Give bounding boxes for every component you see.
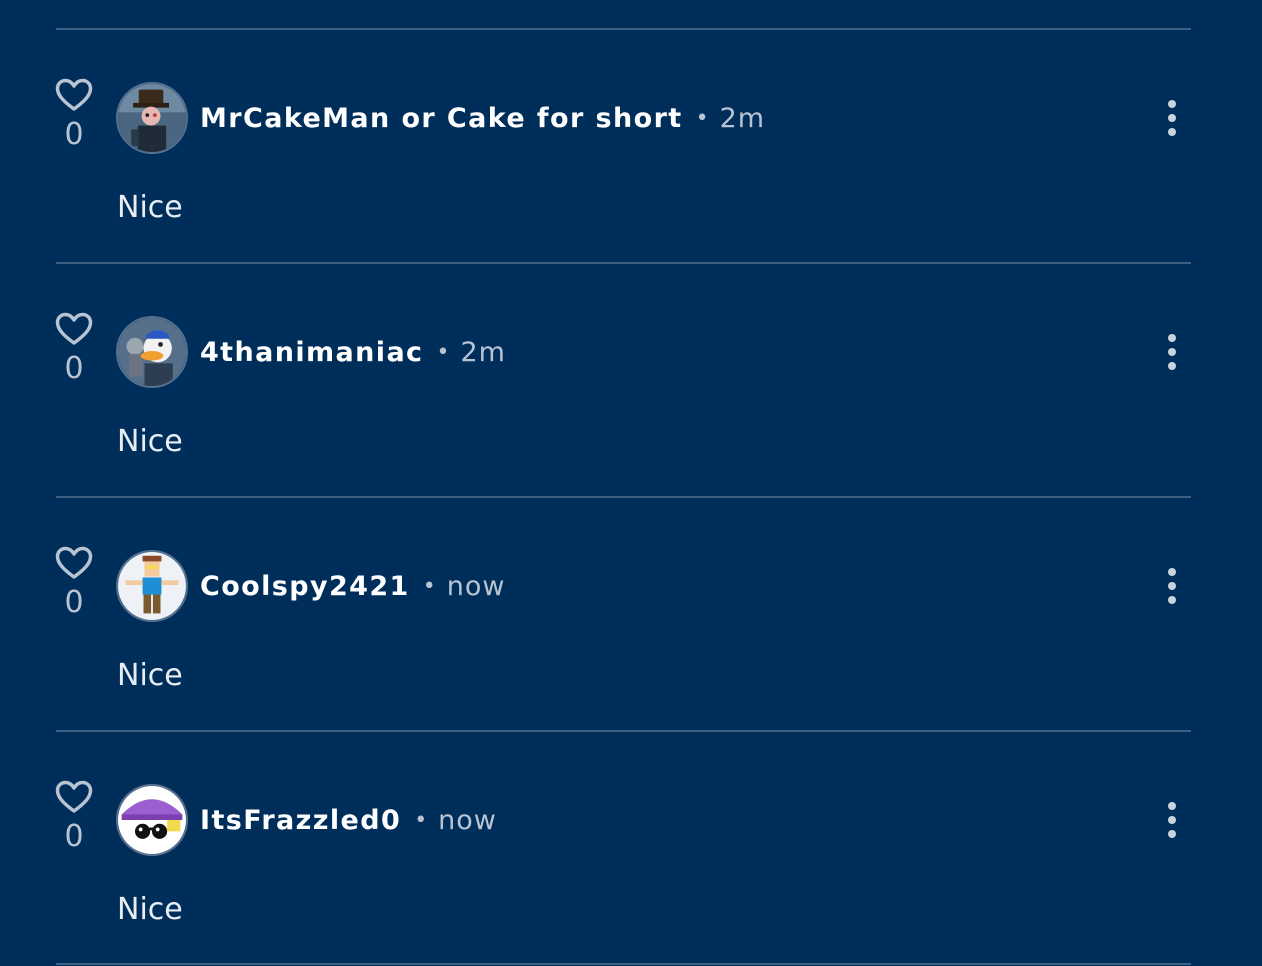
timestamp: now: [446, 570, 506, 602]
comment-meta: MrCakeMan or Cake for short • 2m: [200, 100, 765, 136]
more-vertical-icon[interactable]: [1158, 98, 1186, 138]
more-vertical-icon[interactable]: [1158, 800, 1186, 840]
separator-dot: •: [436, 339, 450, 365]
username[interactable]: 4thanimaniac: [200, 337, 423, 368]
comment-item: 0 Coolspy2421 • now Nice: [0, 496, 1262, 730]
timestamp: 2m: [719, 102, 766, 134]
comment-item: 0 MrCakeMan or Cake for short • 2m Nice: [0, 28, 1262, 262]
heart-icon[interactable]: [55, 546, 93, 580]
avatar[interactable]: [116, 316, 188, 388]
username[interactable]: MrCakeMan or Cake for short: [200, 103, 683, 134]
comment-meta: ItsFrazzled0 • now: [200, 802, 497, 838]
timestamp: now: [438, 804, 497, 836]
like-count: 0: [64, 819, 84, 854]
heart-icon[interactable]: [55, 780, 93, 814]
comment-feed: 0 MrCakeMan or Cake for short • 2m Nice …: [0, 0, 1262, 966]
avatar[interactable]: [116, 550, 188, 622]
more-vertical-icon[interactable]: [1158, 566, 1186, 606]
comment-text: Nice: [117, 424, 183, 459]
comment-text: Nice: [117, 658, 183, 693]
more-vertical-icon[interactable]: [1158, 332, 1186, 372]
comment-text: Nice: [117, 892, 183, 927]
heart-icon[interactable]: [55, 312, 93, 346]
separator-dot: •: [414, 807, 428, 833]
comment-item: 0 4thanimaniac • 2m Nice: [0, 262, 1262, 496]
divider: [56, 963, 1191, 965]
like-count: 0: [64, 117, 84, 152]
like-count: 0: [64, 585, 84, 620]
username[interactable]: ItsFrazzled0: [200, 805, 401, 836]
separator-dot: •: [695, 105, 709, 131]
avatar[interactable]: [116, 82, 188, 154]
like-count: 0: [64, 351, 84, 386]
comment-text: Nice: [117, 190, 183, 225]
avatar[interactable]: [116, 784, 188, 856]
comment-meta: 4thanimaniac • 2m: [200, 334, 506, 370]
username[interactable]: Coolspy2421: [200, 571, 410, 602]
comment-meta: Coolspy2421 • now: [200, 568, 505, 604]
heart-icon[interactable]: [55, 78, 93, 112]
separator-dot: •: [422, 573, 436, 599]
comment-item: 0 ItsFrazzled0 • now Nice: [0, 730, 1262, 964]
timestamp: 2m: [460, 336, 506, 368]
